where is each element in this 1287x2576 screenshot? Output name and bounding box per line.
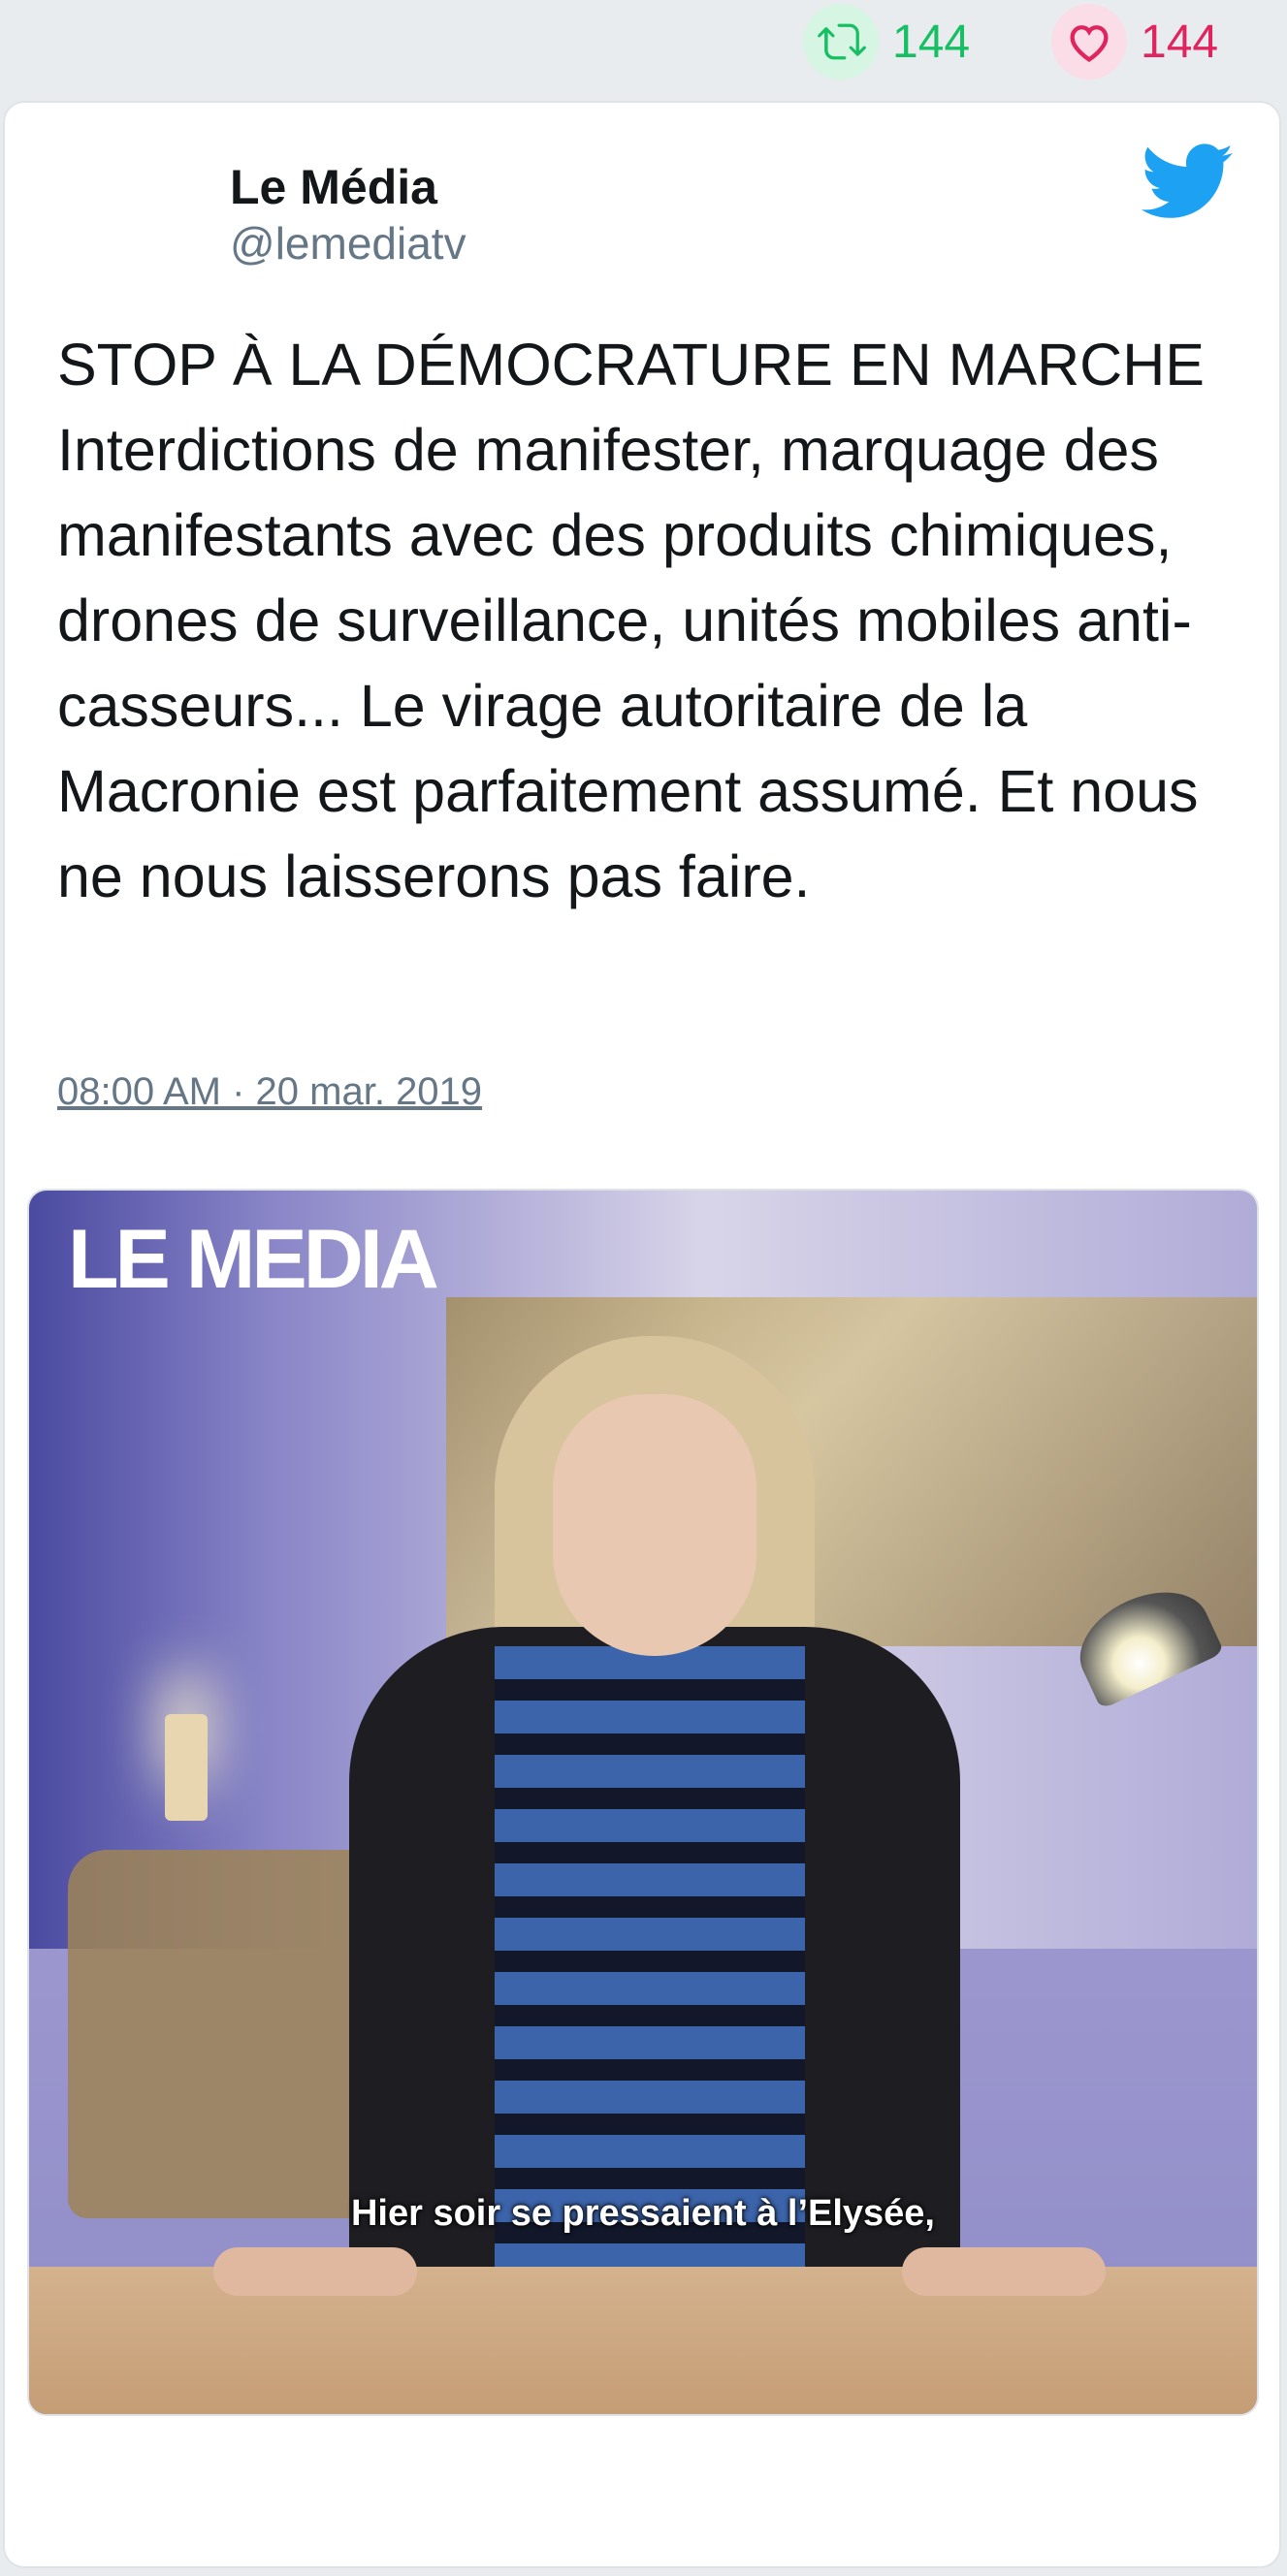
top-stats-bar: 144 144 (0, 0, 1287, 97)
media-presenter-hand-left (213, 2247, 417, 2296)
media-candle (165, 1714, 208, 1821)
author-name[interactable]: Le Média (230, 159, 437, 215)
author-handle[interactable]: @lemediatv (230, 217, 467, 270)
retweet-stat[interactable]: 144 (803, 4, 971, 80)
tweet-text: STOP À LA DÉMOCRATURE EN MARCHE Interdic… (57, 332, 1205, 909)
retweet-icon (803, 4, 879, 80)
retweet-count: 144 (892, 16, 971, 68)
media-chair (68, 1850, 388, 2218)
like-count: 144 (1141, 16, 1219, 68)
media-logo: LE MEDIA (68, 1213, 439, 1306)
media-presenter-hand-right (902, 2247, 1106, 2296)
avatar[interactable] (53, 153, 170, 270)
heart-icon (1051, 4, 1127, 80)
tweet-timestamp[interactable]: 08:00 AM · 20 mar. 2019 (57, 1070, 482, 1114)
media-presenter-face (553, 1394, 756, 1656)
media-subtitle: Hier soir se pressaient à l’Elysée, (350, 2193, 935, 2234)
like-stat[interactable]: 144 (1051, 4, 1219, 80)
tweet-media-video[interactable]: LE MEDIA Hier soir se pressaient à l’Ely… (27, 1189, 1259, 2416)
twitter-bird-icon[interactable] (1141, 143, 1235, 221)
